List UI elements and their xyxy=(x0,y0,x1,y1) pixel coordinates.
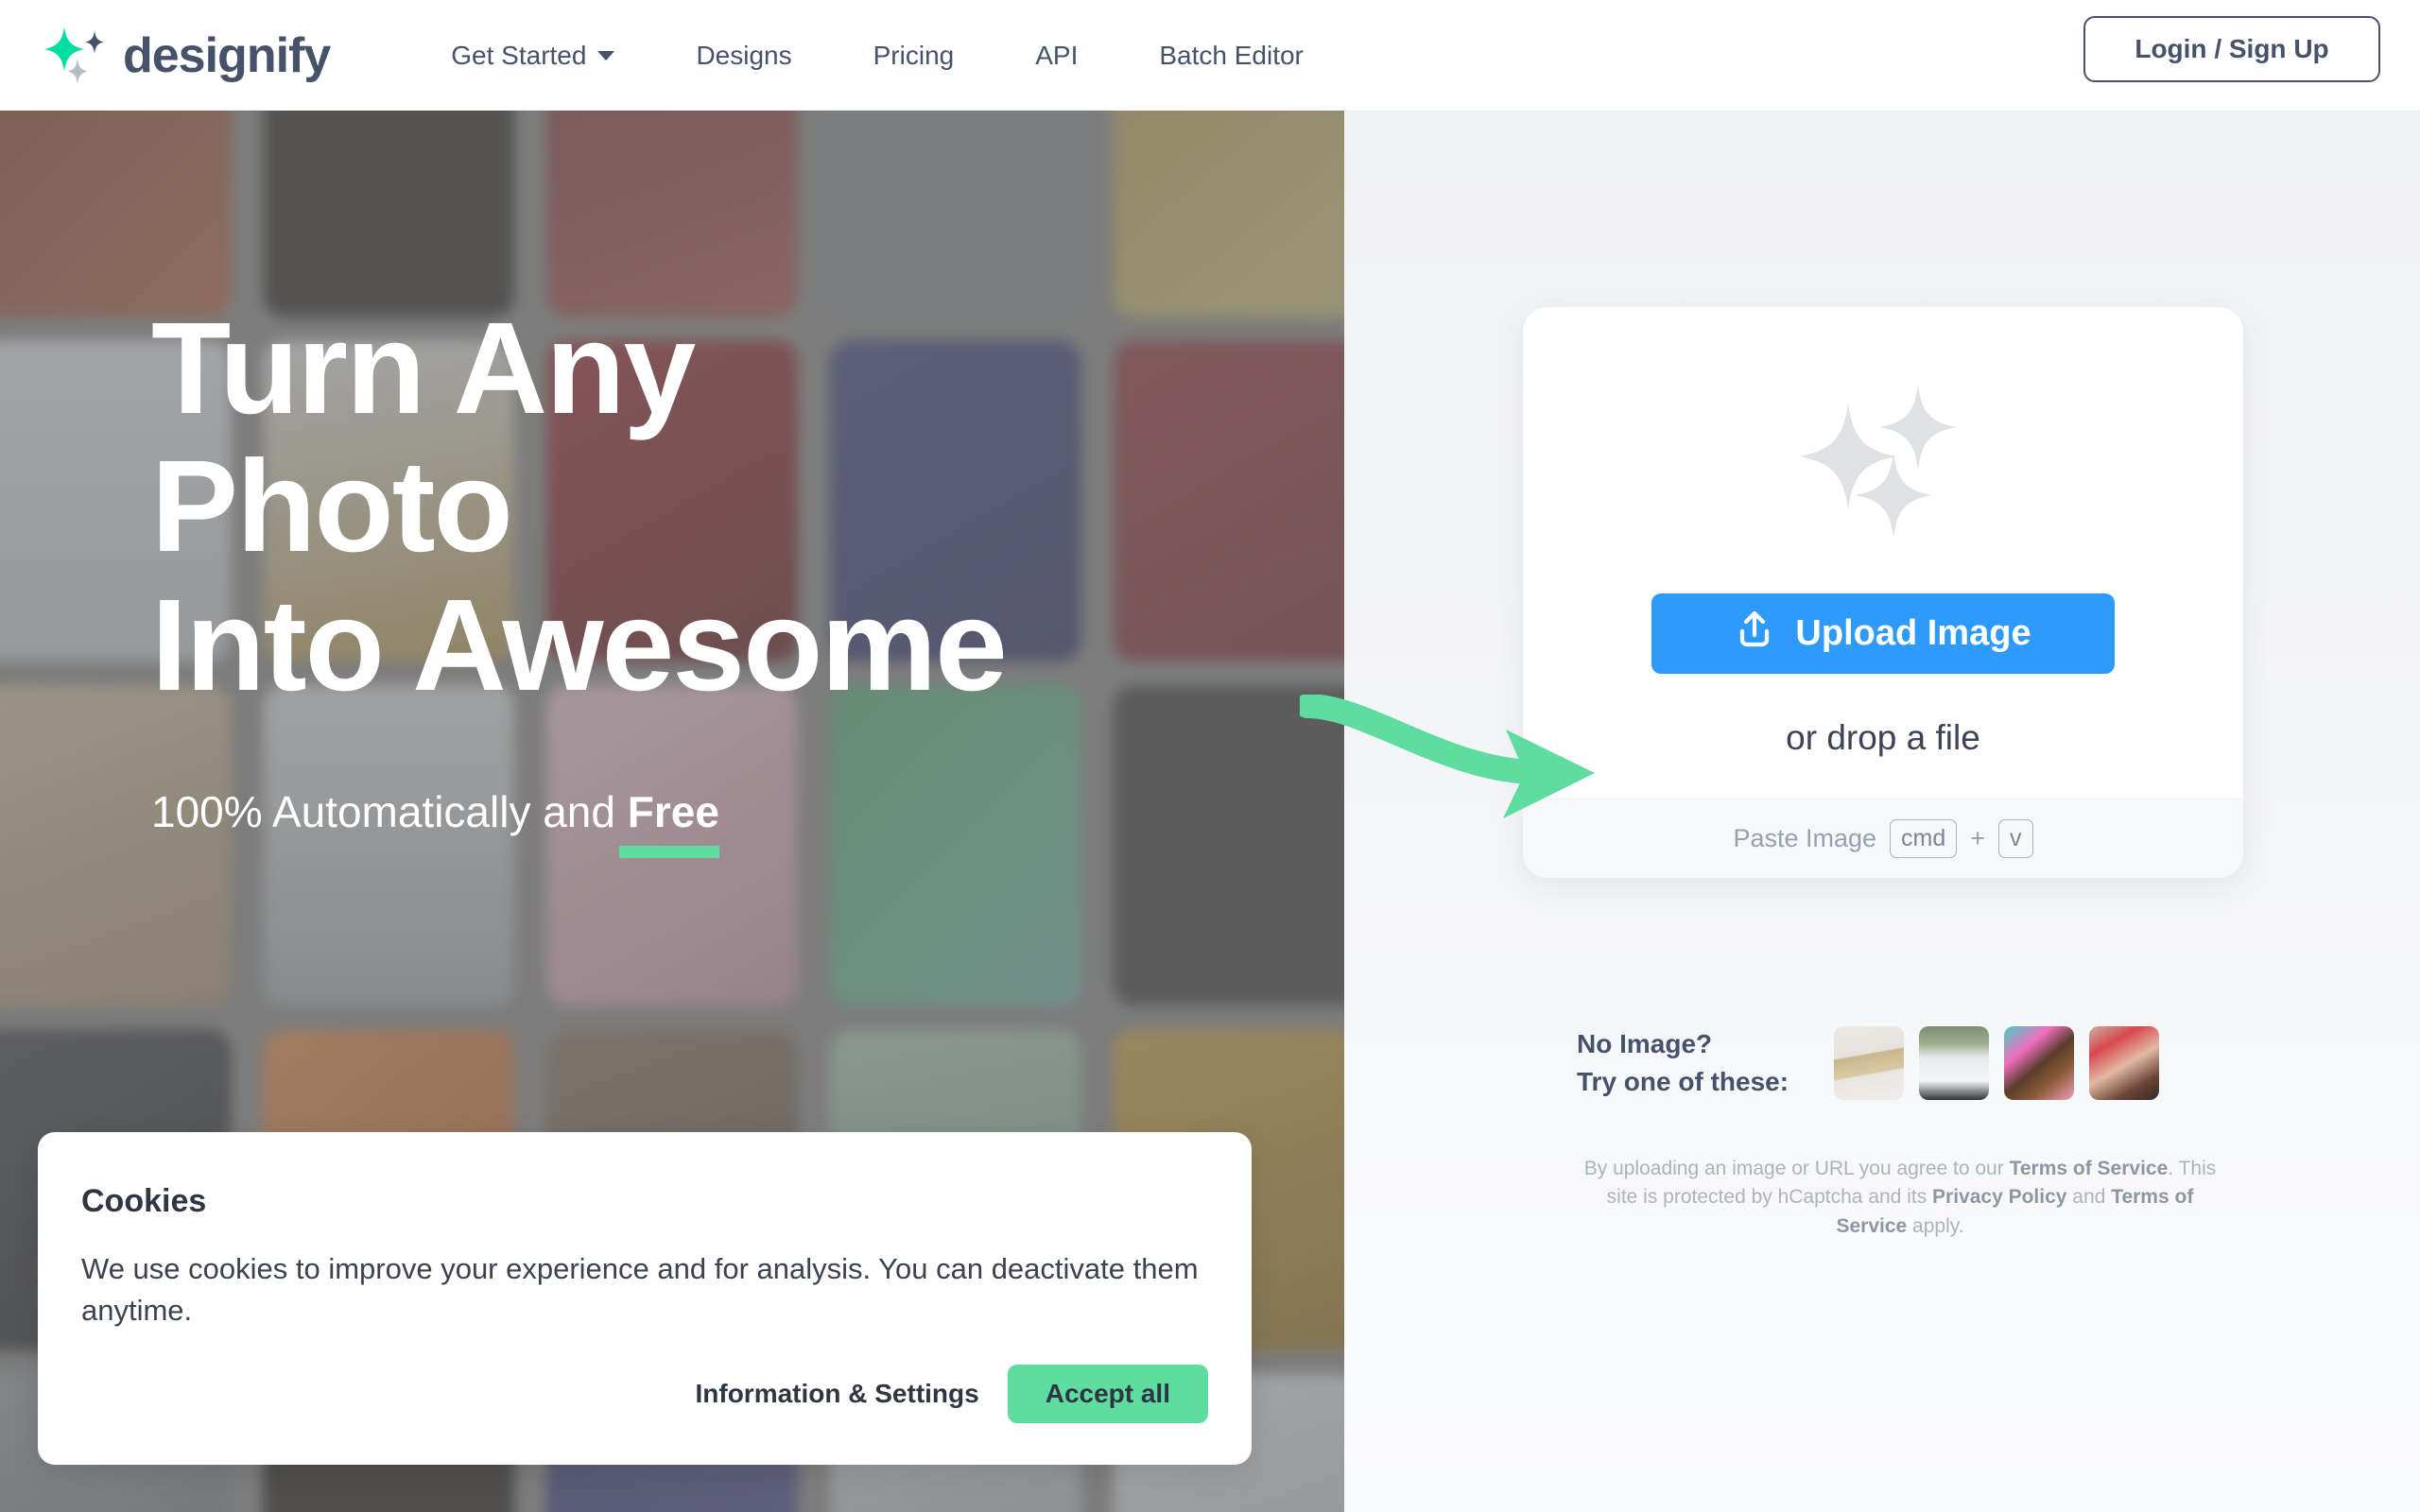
nav-label-designs: Designs xyxy=(696,40,792,70)
site-header: designify Get Started Designs Pricing AP… xyxy=(0,0,2420,111)
sample-thumb-can[interactable] xyxy=(1834,1025,1904,1100)
kbd-cmd: cmd xyxy=(1890,818,1958,859)
hero-subtitle-prefix: 100% Automatically and xyxy=(151,786,628,836)
brand-logo[interactable]: designify xyxy=(40,23,331,89)
kbd-v: v xyxy=(1998,818,2033,859)
sample-label-line-2: Try one of these: xyxy=(1577,1066,1789,1096)
paste-image-bar: Paste Image cmd + v xyxy=(1523,799,2243,878)
cookie-consent-banner: Cookies We use cookies to improve your e… xyxy=(38,1132,1252,1465)
nav-item-api[interactable]: API xyxy=(1035,33,1078,78)
nav-label-get-started: Get Started xyxy=(451,40,587,70)
cookie-banner-body: We use cookies to improve your experienc… xyxy=(81,1252,1199,1328)
legal-part-1: By uploading an image or URL you agree t… xyxy=(1583,1158,2010,1179)
sample-images-label: No Image? Try one of these: xyxy=(1577,1025,1834,1101)
legal-part-3: and xyxy=(2066,1186,2112,1209)
pointing-arrow-icon xyxy=(1295,694,1612,841)
kbd-plus: + xyxy=(1970,824,1986,852)
nav-item-get-started[interactable]: Get Started xyxy=(451,33,615,78)
sample-thumb-woman[interactable] xyxy=(2089,1025,2159,1100)
main-nav: Get Started Designs Pricing API Batch Ed… xyxy=(451,33,1304,78)
hero-copy: Turn Any Photo Into Awesome 100% Automat… xyxy=(151,296,1008,858)
nav-item-designs[interactable]: Designs xyxy=(696,33,791,78)
hero-subtitle-free: Free xyxy=(627,786,719,836)
chevron-down-icon xyxy=(597,50,615,60)
sparkles-icon xyxy=(1523,375,2243,538)
upload-image-button[interactable]: Upload Image xyxy=(1651,593,2115,674)
legal-part-4: apply. xyxy=(1907,1214,1964,1237)
upload-card[interactable]: Upload Image or drop a file Paste Image … xyxy=(1523,307,2243,878)
legal-disclaimer: By uploading an image or URL you agree t… xyxy=(1569,1155,2231,1241)
hero-headline-line-3: Into Awesome xyxy=(151,572,1008,718)
paste-image-label: Paste Image xyxy=(1733,824,1877,852)
nav-label-api: API xyxy=(1035,40,1079,70)
nav-label-pricing: Pricing xyxy=(873,40,955,70)
designify-sparkle-logo-icon xyxy=(40,23,110,89)
cookie-banner-actions: Information & Settings Accept all xyxy=(695,1365,1208,1423)
login-signup-button[interactable]: Login / Sign Up xyxy=(2083,16,2380,82)
drop-file-hint: or drop a file xyxy=(1786,718,1980,757)
sample-thumbnail-list xyxy=(1834,1025,2159,1100)
information-and-settings-button[interactable]: Information & Settings xyxy=(695,1379,978,1409)
free-underline-accent xyxy=(618,845,719,858)
sample-thumb-man[interactable] xyxy=(2004,1025,2074,1100)
hero-headline-line-1: Turn Any xyxy=(151,296,696,441)
sample-label-line-1: No Image? xyxy=(1577,1029,1713,1058)
nav-label-batch-editor: Batch Editor xyxy=(1159,40,1304,70)
upload-image-button-label: Upload Image xyxy=(1795,613,2031,653)
legal-terms-of-service-link-1[interactable]: Terms of Service xyxy=(2010,1158,2169,1179)
accept-all-button[interactable]: Accept all xyxy=(1007,1365,1208,1423)
sample-thumb-car[interactable] xyxy=(1919,1025,1989,1100)
hero-headline-line-2: Photo xyxy=(151,434,513,580)
nav-item-pricing[interactable]: Pricing xyxy=(873,33,955,78)
nav-item-batch-editor[interactable]: Batch Editor xyxy=(1159,33,1304,78)
legal-privacy-policy-link[interactable]: Privacy Policy xyxy=(1932,1186,2066,1208)
sample-images-section: No Image? Try one of these: xyxy=(1577,1025,2159,1101)
brand-name: designify xyxy=(123,27,331,83)
cookie-banner-title: Cookies xyxy=(81,1183,207,1219)
hero-subtitle: 100% Automatically and Free xyxy=(151,786,719,858)
upload-icon xyxy=(1735,609,1774,660)
